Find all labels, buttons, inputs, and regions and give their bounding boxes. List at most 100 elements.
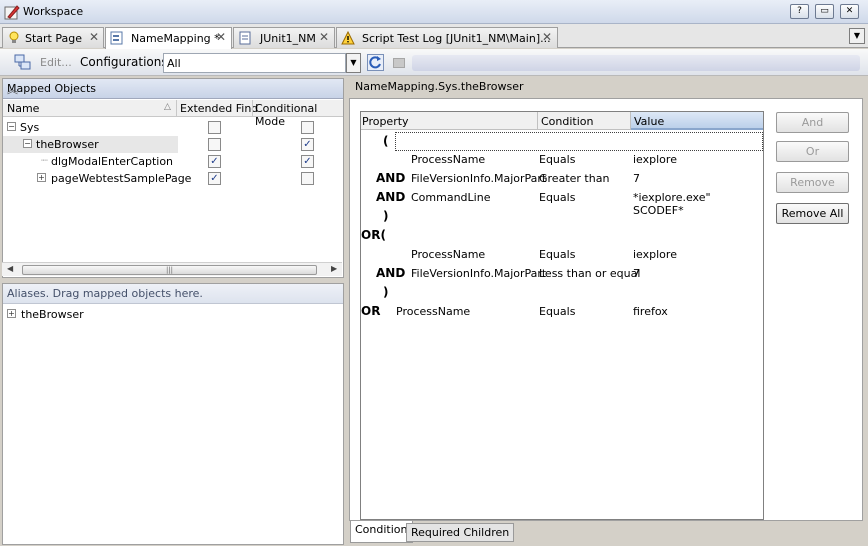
disabled-toolbar-icon xyxy=(393,58,405,68)
condition-table-header: Property Condition Value xyxy=(361,112,763,130)
configurations-button[interactable]: Configurations xyxy=(80,55,168,69)
restore-button[interactable]: ▭ xyxy=(815,4,834,19)
tree-item-label: dlgModalEnterCaption xyxy=(51,155,174,168)
column-header-extended-find[interactable]: Extended Find xyxy=(180,102,258,115)
conditional-mode-checkbox[interactable] xyxy=(301,121,314,134)
column-header-value[interactable]: Value xyxy=(634,115,664,128)
condition-cell[interactable]: Greater than xyxy=(539,172,609,185)
and-operator: AND xyxy=(376,266,406,280)
tree-item-label: Sys xyxy=(20,121,40,134)
property-cell[interactable]: ProcessName xyxy=(411,153,485,166)
horizontal-scrollbar[interactable]: ◀ ||| ▶ xyxy=(2,262,342,276)
condition-cell[interactable]: Equals xyxy=(539,248,575,261)
value-cell[interactable]: 7 xyxy=(633,172,640,185)
scroll-right-icon[interactable]: ▶ xyxy=(331,264,337,273)
mapped-objects-panel: Mapped Objects ︽ Name △ Extended Find Co… xyxy=(2,78,344,278)
group-close-operator: ) xyxy=(383,209,389,223)
extended-find-checkbox[interactable] xyxy=(208,138,221,151)
value-cell[interactable]: 7 xyxy=(633,267,640,280)
property-cell[interactable]: FileVersionInfo.MajorPart xyxy=(411,172,546,185)
tree-row-pagewebtestsamplepage[interactable]: + pageWebtestSamplePage ✓ xyxy=(3,170,343,187)
editor-tab-bar: Condition Required Children xyxy=(349,521,863,545)
close-window-button[interactable]: ✕ xyxy=(840,4,859,19)
alias-row-thebrowser[interactable]: + theBrowser xyxy=(3,306,343,323)
value-cell[interactable]: firefox xyxy=(633,305,668,318)
condition-table[interactable]: Property Condition Value ( ProcessName E… xyxy=(360,111,764,520)
column-divider xyxy=(176,100,177,117)
column-header-name[interactable]: Name xyxy=(7,102,39,115)
group-close-operator: ) xyxy=(383,285,389,299)
tree-item-label: theBrowser xyxy=(36,138,99,151)
edit-mapping-icon[interactable] xyxy=(14,54,32,71)
remove-all-button[interactable]: Remove All xyxy=(776,203,849,224)
extended-find-checkbox[interactable]: ✓ xyxy=(208,155,221,168)
document-icon xyxy=(239,31,251,45)
or-button[interactable]: Or xyxy=(776,141,849,162)
collapse-icon[interactable]: − xyxy=(7,122,16,131)
condition-cell[interactable]: Less than or equal xyxy=(539,267,640,280)
value-cell[interactable]: *iexplore.exe" SCODEF* xyxy=(633,191,763,217)
chevron-down-icon[interactable]: ▼ xyxy=(346,53,361,73)
condition-cell[interactable]: Equals xyxy=(539,153,575,166)
group-open-operator: ( xyxy=(383,134,389,148)
aliases-header: Aliases. Drag mapped objects here. xyxy=(3,284,343,304)
close-tab-icon[interactable]: ✕ xyxy=(89,30,99,44)
conditional-mode-checkbox[interactable]: ✓ xyxy=(301,138,314,151)
close-tab-icon[interactable]: ✕ xyxy=(319,30,329,44)
conditional-mode-checkbox[interactable] xyxy=(301,172,314,185)
edit-button[interactable]: Edit... xyxy=(40,56,72,69)
tab-condition[interactable]: Condition xyxy=(350,521,413,543)
tab-script-test-log[interactable]: Script Test Log [JUnit1_NM\Main]... ✕ xyxy=(336,27,558,48)
scrollbar-thumb[interactable]: ||| xyxy=(22,265,317,275)
column-header-condition[interactable]: Condition xyxy=(541,115,594,128)
aliases-panel[interactable]: Aliases. Drag mapped objects here. + the… xyxy=(2,283,344,545)
condition-cell[interactable]: Equals xyxy=(539,305,575,318)
property-cell[interactable]: ProcessName xyxy=(411,248,485,261)
warning-log-icon xyxy=(341,31,355,45)
object-path-label: NameMapping.Sys.theBrowser xyxy=(355,80,524,93)
column-divider xyxy=(630,112,631,130)
title-bar: Workspace ? ▭ ✕ xyxy=(0,0,868,24)
tree-row-sys[interactable]: − Sys xyxy=(3,119,343,136)
refresh-icon[interactable] xyxy=(367,54,384,71)
mapped-objects-header: Mapped Objects ︽ xyxy=(3,79,343,99)
property-cell[interactable]: ProcessName xyxy=(396,305,470,318)
configuration-select[interactable]: All xyxy=(163,53,346,73)
close-tab-icon[interactable]: ✕ xyxy=(542,30,552,44)
extended-find-checkbox[interactable]: ✓ xyxy=(208,172,221,185)
scroll-left-icon[interactable]: ◀ xyxy=(7,264,13,273)
tab-required-children[interactable]: Required Children xyxy=(406,523,515,542)
collapse-icon[interactable]: − xyxy=(23,139,32,148)
conditional-mode-checkbox[interactable]: ✓ xyxy=(301,155,314,168)
sort-arrow-icon: △ xyxy=(164,102,171,112)
collapse-icon[interactable]: ︽ xyxy=(7,81,338,97)
tab-junit1-nm[interactable]: JUnit1_NM ✕ xyxy=(233,27,335,48)
tree-row-thebrowser[interactable]: − theBrowser ✓ xyxy=(3,136,343,153)
close-tab-icon[interactable]: ✕ xyxy=(216,30,226,44)
tab-namemapping[interactable]: NameMapping * ✕ xyxy=(105,27,232,49)
tab-label: Script Test Log [JUnit1_NM\Main]... xyxy=(362,32,551,45)
extended-find-checkbox[interactable] xyxy=(208,121,221,134)
grid-header: Name △ Extended Find Conditional Mode xyxy=(3,100,343,128)
remove-button[interactable]: Remove xyxy=(776,172,849,193)
property-cell[interactable]: FileVersionInfo.MajorPart xyxy=(411,267,546,280)
document-tab-bar: Start Page ✕ NameMapping * ✕ JUnit1_NM ✕… xyxy=(0,24,868,49)
tab-start-page[interactable]: Start Page ✕ xyxy=(2,27,104,48)
condition-cell[interactable]: Equals xyxy=(539,191,575,204)
value-cell[interactable]: iexplore xyxy=(633,153,677,166)
and-button[interactable]: And xyxy=(776,112,849,133)
configuration-select-value: All xyxy=(167,57,181,70)
property-cell[interactable]: CommandLine xyxy=(411,191,490,204)
focused-cell[interactable] xyxy=(395,132,763,151)
column-header-property[interactable]: Property xyxy=(362,115,409,128)
tree-item-label: pageWebtestSamplePage xyxy=(51,172,192,185)
value-cell[interactable]: iexplore xyxy=(633,248,677,261)
or-group-operator: OR( xyxy=(361,228,386,242)
tree-row-dlgmodalentercaption[interactable]: ┈ dlgModalEnterCaption ✓ ✓ xyxy=(3,153,343,170)
and-operator: AND xyxy=(376,171,406,185)
tab-list-dropdown-icon[interactable]: ▼ xyxy=(849,28,865,44)
column-divider xyxy=(537,112,538,130)
help-button[interactable]: ? xyxy=(790,4,809,19)
expand-icon[interactable]: + xyxy=(37,173,46,182)
expand-icon[interactable]: + xyxy=(7,309,16,318)
